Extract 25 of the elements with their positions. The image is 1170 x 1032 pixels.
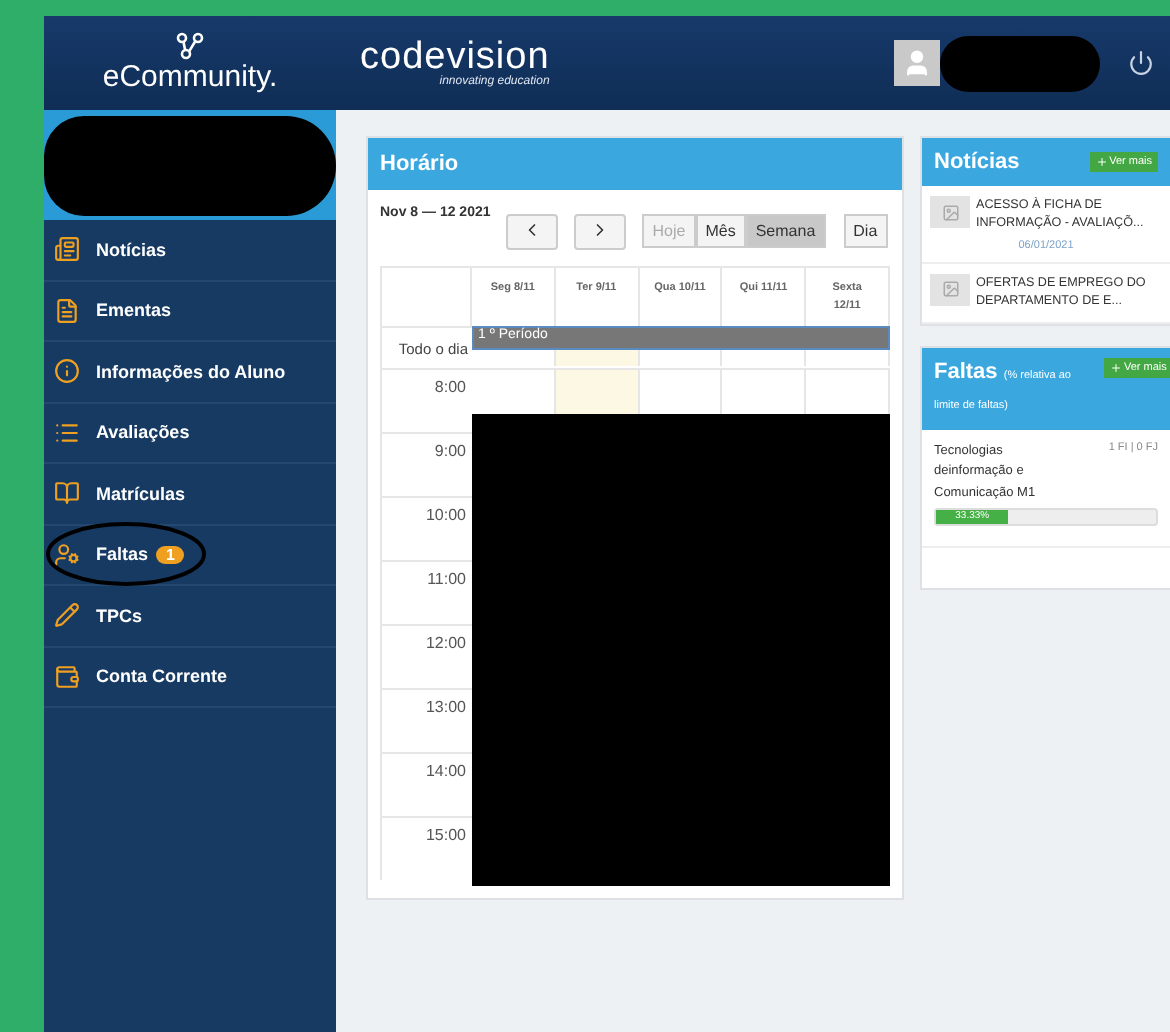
- count-badge: 1: [156, 545, 185, 564]
- image-placeholder-icon: [930, 196, 970, 228]
- app-name: eCommunity.: [102, 60, 278, 94]
- plus-icon: [1095, 156, 1108, 168]
- menu-icon: [54, 236, 80, 263]
- menu-icon: [54, 419, 80, 446]
- view-button[interactable]: Dia: [843, 214, 888, 248]
- brand-logo: codevision: [360, 38, 550, 76]
- network-logo-icon: [176, 32, 204, 60]
- menu-icon: [54, 602, 80, 629]
- avatar-icon[interactable]: [894, 40, 940, 86]
- menu-icon: [54, 358, 80, 385]
- menu-icon: [54, 541, 80, 568]
- next-button[interactable]: [574, 214, 627, 250]
- image-placeholder-icon: [930, 273, 970, 306]
- power-icon[interactable]: [1128, 50, 1154, 76]
- plus-icon: [1110, 361, 1122, 374]
- menu-icon: [54, 480, 80, 507]
- view-button[interactable]: Semana: [745, 214, 826, 248]
- previous-button[interactable]: [506, 214, 559, 250]
- sidebar-item[interactable]: Faltas 1: [44, 525, 336, 586]
- panel-header: Horário: [368, 138, 902, 190]
- menu-icon: [54, 663, 80, 690]
- menu-icon: [54, 297, 80, 324]
- view-button[interactable]: Mês: [695, 214, 746, 248]
